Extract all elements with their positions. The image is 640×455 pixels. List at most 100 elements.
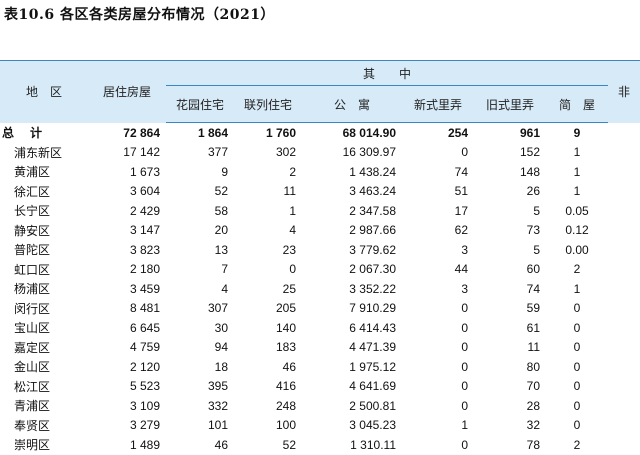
cell-garden: 94 [214, 340, 228, 355]
cell-new-lane: 0 [461, 145, 468, 160]
table-row: 奉贤区 3 279 101 100 3 045.23 1 32 0 [0, 416, 640, 436]
cell-new-lane: 0 [461, 359, 468, 374]
cell-simple: 0.05 [565, 203, 589, 218]
cell-apartment: 4 641.69 [349, 379, 396, 394]
table-body: 总 计 72 864 1 864 1 760 68 014.90 254 961 9 浦东新区 1… [0, 123, 640, 455]
cell-apartment: 3 779.62 [349, 242, 396, 257]
cell-name: 宝山区 [14, 321, 51, 336]
cell-non-residential [608, 377, 640, 397]
cell-row-house: 4 [289, 223, 296, 238]
cell-apartment: 2 500.81 [349, 398, 396, 413]
table-row: 杨浦区 3 459 4 25 3 352.22 3 74 1 [0, 279, 640, 299]
header-old-lane: 旧式里弄 [474, 85, 546, 123]
cell-total: 17 142 [123, 145, 160, 160]
cell-name: 徐汇区 [14, 184, 51, 199]
cell-apartment: 3 352.22 [349, 281, 396, 296]
cell-old-lane: 78 [526, 437, 540, 452]
cell-apartment: 68 014.90 [342, 125, 396, 140]
cell-total: 2 429 [129, 203, 160, 218]
cell-new-lane: 3 [461, 281, 468, 296]
cell-total: 2 180 [129, 262, 160, 277]
header-row-house: 联列住宅 [234, 85, 302, 123]
cell-total: 3 604 [129, 184, 160, 199]
cell-row-house: 2 [289, 164, 296, 179]
cell-name: 崇明区 [14, 438, 51, 453]
cell-non-residential [608, 221, 640, 241]
cell-old-lane: 80 [526, 359, 540, 374]
cell-old-lane: 73 [526, 223, 540, 238]
cell-old-lane: 5 [533, 242, 540, 257]
cell-apartment: 4 471.39 [349, 340, 396, 355]
cell-row-house: 302 [275, 145, 296, 160]
cell-garden: 101 [207, 418, 228, 433]
cell-total: 6 645 [129, 320, 160, 335]
cell-row-house: 1 [289, 203, 296, 218]
cell-new-lane: 0 [461, 340, 468, 355]
cell-new-lane: 3 [461, 242, 468, 257]
cell-row-house: 52 [282, 437, 296, 452]
cell-non-residential [608, 201, 640, 221]
table-row-total: 总 计 72 864 1 864 1 760 68 014.90 254 961 9 [0, 123, 640, 143]
cell-name: 黄浦区 [14, 165, 51, 180]
header-region: 地 区 [0, 60, 88, 123]
cell-new-lane: 0 [461, 320, 468, 335]
cell-non-residential [608, 396, 640, 416]
cell-non-residential [608, 162, 640, 182]
table-header: 地 区 居住房屋 其 中 非 花园住宅 联列住宅 公 寓 新式里弄 旧式里弄 简… [0, 60, 640, 123]
cell-old-lane: 11 [527, 340, 540, 355]
cell-old-lane: 70 [526, 379, 540, 394]
cell-non-residential [608, 435, 640, 455]
cell-new-lane: 0 [461, 301, 468, 316]
cell-garden: 307 [207, 301, 228, 316]
cell-old-lane: 152 [519, 145, 540, 160]
cell-non-residential [608, 123, 640, 143]
cell-name: 静安区 [14, 223, 51, 238]
cell-new-lane: 62 [454, 223, 468, 238]
cell-garden: 332 [207, 398, 228, 413]
cell-name: 总 计 [2, 126, 45, 140]
cell-new-lane: 254 [447, 125, 468, 140]
header-non-residential: 非 [608, 60, 640, 123]
cell-simple: 0 [573, 418, 581, 433]
cell-garden: 30 [214, 320, 228, 335]
table-row: 金山区 2 120 18 46 1 975.12 0 80 0 [0, 357, 640, 377]
cell-total: 72 864 [123, 125, 160, 140]
cell-new-lane: 17 [454, 203, 468, 218]
cell-simple: 0.12 [565, 223, 589, 238]
cell-garden: 1 864 [197, 125, 228, 140]
housing-distribution-table: 地 区 居住房屋 其 中 非 花园住宅 联列住宅 公 寓 新式里弄 旧式里弄 简… [0, 60, 640, 455]
cell-total: 3 459 [129, 281, 160, 296]
cell-old-lane: 59 [526, 301, 540, 316]
cell-garden: 13 [214, 242, 228, 257]
cell-non-residential [608, 318, 640, 338]
cell-row-house: 140 [275, 320, 296, 335]
cell-total: 3 109 [129, 398, 160, 413]
table-row: 黄浦区 1 673 9 2 1 438.24 74 148 1 [0, 162, 640, 182]
cell-row-house: 1 760 [265, 125, 296, 140]
cell-simple: 0 [573, 301, 581, 316]
cell-non-residential [608, 260, 640, 280]
cell-new-lane: 0 [461, 437, 468, 452]
cell-apartment: 2 067.30 [349, 262, 396, 277]
cell-apartment: 6 414.43 [349, 320, 396, 335]
cell-total: 5 523 [129, 379, 160, 394]
cell-row-house: 100 [275, 418, 296, 433]
cell-garden: 9 [221, 164, 228, 179]
cell-name: 嘉定区 [14, 340, 51, 355]
cell-old-lane: 74 [526, 281, 540, 296]
cell-simple: 0 [573, 359, 581, 374]
cell-name: 青浦区 [14, 399, 51, 414]
cell-name: 松江区 [14, 379, 51, 394]
cell-non-residential [608, 143, 640, 163]
cell-simple: 0.00 [565, 242, 589, 257]
cell-simple: 0 [573, 340, 581, 355]
cell-non-residential [608, 338, 640, 358]
cell-total: 3 279 [129, 418, 160, 433]
table-row: 虹口区 2 180 7 0 2 067.30 44 60 2 [0, 260, 640, 280]
cell-name: 普陀区 [14, 243, 51, 258]
cell-apartment: 3 045.23 [349, 418, 396, 433]
cell-non-residential [608, 416, 640, 436]
header-residential: 居住房屋 [88, 60, 166, 123]
cell-name: 奉贤区 [14, 418, 51, 433]
header-simple: 简 屋 [546, 85, 609, 123]
